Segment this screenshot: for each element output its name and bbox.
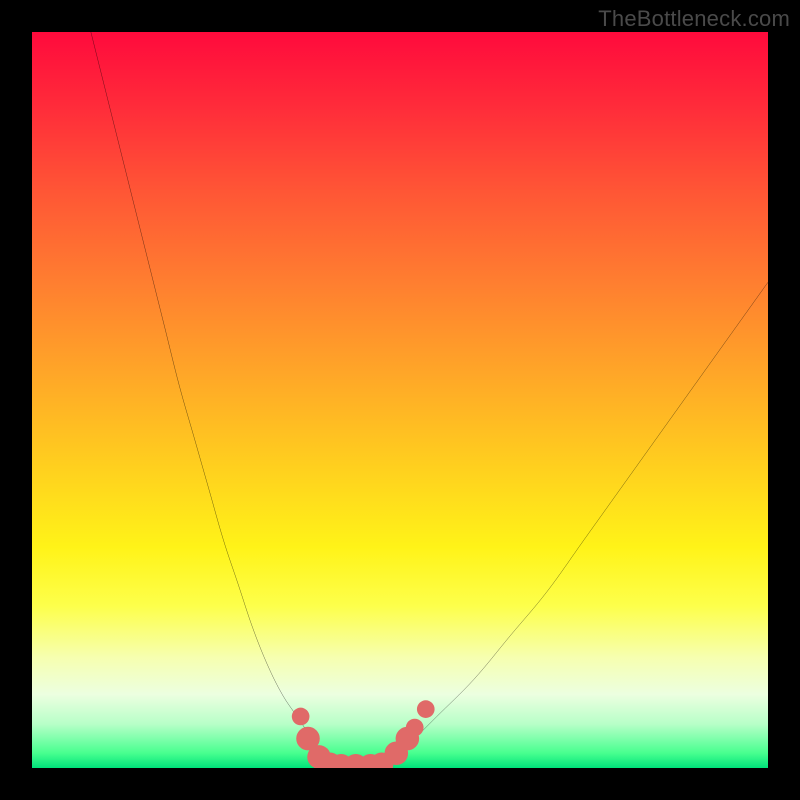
chart-stage: TheBottleneck.com — [0, 0, 800, 800]
curve-left — [91, 32, 327, 768]
highlighted-markers — [292, 700, 435, 768]
marker-point — [292, 708, 310, 726]
curve-right — [385, 282, 768, 768]
marker-point — [406, 719, 424, 737]
plot-svg — [32, 32, 768, 768]
marker-point — [417, 700, 435, 718]
attribution-label: TheBottleneck.com — [598, 6, 790, 32]
